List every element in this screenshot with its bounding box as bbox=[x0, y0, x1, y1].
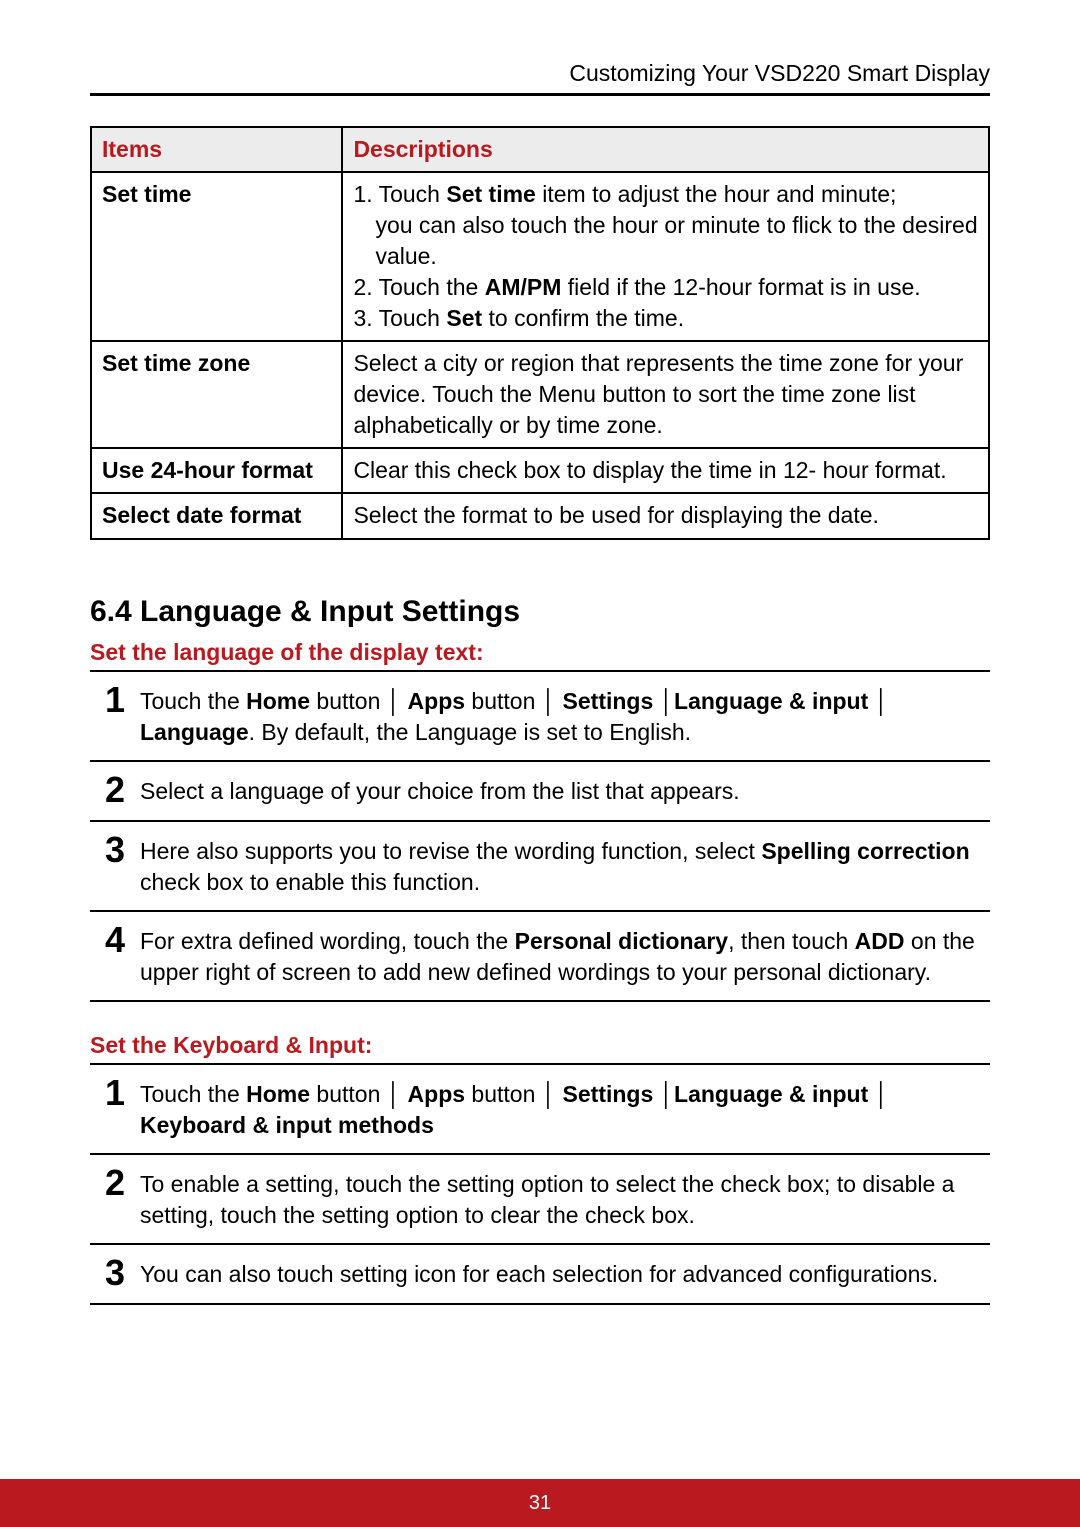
text: 1. Touch bbox=[353, 181, 446, 207]
table-row: Set time zone Select a city or region th… bbox=[91, 341, 989, 448]
bold-text: Home bbox=[246, 1081, 310, 1107]
settings-table: Items Descriptions Set time 1. Touch Set… bbox=[90, 126, 990, 540]
bold-text: Language & input bbox=[674, 1081, 868, 1107]
bold-text: Language bbox=[140, 719, 249, 745]
subsection-keyboard-title: Set the Keyboard & Input: bbox=[90, 1032, 990, 1059]
step-number: 3 bbox=[90, 1255, 140, 1291]
text: │ bbox=[868, 1081, 889, 1107]
page-header: Customizing Your VSD220 Smart Display bbox=[90, 60, 990, 96]
bold-text: Apps bbox=[408, 1081, 466, 1107]
item-set-time: Set time bbox=[91, 172, 342, 341]
text: 3. Touch bbox=[353, 305, 446, 331]
bold-text: Set bbox=[446, 305, 482, 331]
bold-text: Keyboard & input methods bbox=[140, 1112, 434, 1138]
step-number: 2 bbox=[90, 1165, 140, 1231]
step-text: For extra defined wording, touch the Per… bbox=[140, 922, 990, 988]
text: item to adjust the hour and minute; bbox=[536, 181, 897, 207]
table-header-descriptions: Descriptions bbox=[342, 127, 989, 172]
step-text: You can also touch setting icon for each… bbox=[140, 1255, 990, 1291]
text: Touch the bbox=[140, 688, 246, 714]
step-number: 4 bbox=[90, 922, 140, 988]
table-header-items: Items bbox=[91, 127, 342, 172]
table-row: Select date format Select the format to … bbox=[91, 493, 989, 538]
bold-text: Personal dictionary bbox=[515, 928, 728, 954]
item-date-format: Select date format bbox=[91, 493, 342, 538]
bold-text: Spelling correction bbox=[761, 838, 969, 864]
text: field if the 12-hour format is in use. bbox=[561, 274, 920, 300]
bold-text: Settings bbox=[563, 1081, 654, 1107]
table-row: Set time 1. Touch Set time item to adjus… bbox=[91, 172, 989, 341]
text: you can also touch the hour or minute to… bbox=[353, 210, 978, 272]
step-number: 1 bbox=[90, 682, 140, 748]
text: button │ bbox=[310, 688, 408, 714]
text: button │ bbox=[465, 688, 563, 714]
table-row: Use 24-hour format Clear this check box … bbox=[91, 448, 989, 493]
step-row: 2 Select a language of your choice from … bbox=[90, 762, 990, 822]
subsection-language-title: Set the language of the display text: bbox=[90, 639, 990, 666]
step-number: 1 bbox=[90, 1075, 140, 1141]
bold-text: Settings bbox=[563, 688, 654, 714]
text: button │ bbox=[310, 1081, 408, 1107]
text: Touch the bbox=[140, 1081, 246, 1107]
step-row: 4 For extra defined wording, touch the P… bbox=[90, 912, 990, 1002]
step-text: Touch the Home button │ Apps button │ Se… bbox=[140, 682, 990, 748]
bold-text: Language & input bbox=[674, 688, 868, 714]
text: to confirm the time. bbox=[482, 305, 684, 331]
step-number: 2 bbox=[90, 772, 140, 808]
bold-text: Set time bbox=[446, 181, 535, 207]
step-text: To enable a setting, touch the setting o… bbox=[140, 1165, 990, 1231]
step-text: Touch the Home button │ Apps button │ Se… bbox=[140, 1075, 990, 1141]
text: │ bbox=[653, 1081, 674, 1107]
text: │ bbox=[653, 688, 674, 714]
text: 2. Touch the bbox=[353, 274, 484, 300]
steps-language: 1 Touch the Home button │ Apps button │ … bbox=[90, 670, 990, 1002]
step-row: 2 To enable a setting, touch the setting… bbox=[90, 1155, 990, 1245]
bold-text: AM/PM bbox=[485, 274, 562, 300]
step-number: 3 bbox=[90, 832, 140, 898]
step-text: Here also supports you to revise the wor… bbox=[140, 832, 990, 898]
bold-text: Apps bbox=[408, 688, 466, 714]
bold-text: ADD bbox=[855, 928, 905, 954]
text: . By default, the Language is set to Eng… bbox=[249, 719, 691, 745]
desc-set-time-zone: Select a city or region that represents … bbox=[342, 341, 989, 448]
text: button │ bbox=[465, 1081, 563, 1107]
text: For extra defined wording, touch the bbox=[140, 928, 515, 954]
step-row: 1 Touch the Home button │ Apps button │ … bbox=[90, 672, 990, 762]
item-set-time-zone: Set time zone bbox=[91, 341, 342, 448]
steps-keyboard: 1 Touch the Home button │ Apps button │ … bbox=[90, 1063, 990, 1305]
step-text: Select a language of your choice from th… bbox=[140, 772, 990, 808]
page-footer: 31 bbox=[0, 1479, 1080, 1527]
step-row: 3 You can also touch setting icon for ea… bbox=[90, 1245, 990, 1305]
item-24-hour: Use 24-hour format bbox=[91, 448, 342, 493]
step-row: 3 Here also supports you to revise the w… bbox=[90, 822, 990, 912]
section-title: 6.4 Language & Input Settings bbox=[90, 595, 990, 629]
text: check box to enable this function. bbox=[140, 869, 480, 895]
desc-set-time: 1. Touch Set time item to adjust the hou… bbox=[342, 172, 989, 341]
desc-24-hour: Clear this check box to display the time… bbox=[342, 448, 989, 493]
text: │ bbox=[868, 688, 889, 714]
text: , then touch bbox=[728, 928, 855, 954]
page-number: 31 bbox=[529, 1492, 551, 1514]
bold-text: Home bbox=[246, 688, 310, 714]
step-row: 1 Touch the Home button │ Apps button │ … bbox=[90, 1065, 990, 1155]
text: Here also supports you to revise the wor… bbox=[140, 838, 761, 864]
desc-date-format: Select the format to be used for display… bbox=[342, 493, 989, 538]
